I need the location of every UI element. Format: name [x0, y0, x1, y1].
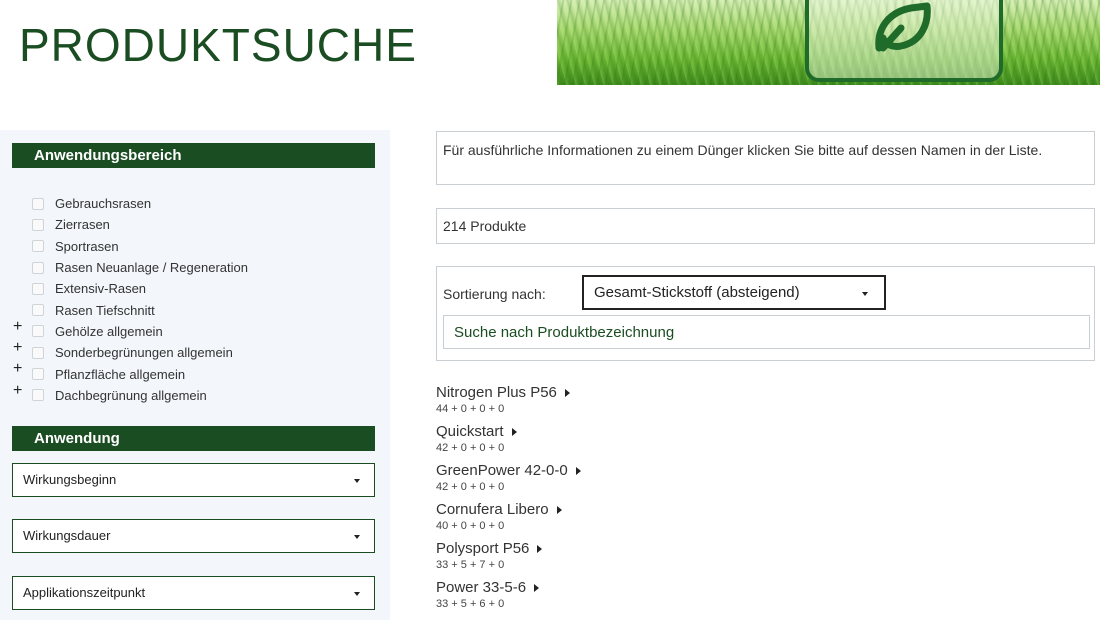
applikationszeitpunkt-select[interactable]: Applikationszeitpunkt: [12, 576, 375, 610]
product-npk: 33 + 5 + 7 + 0: [436, 559, 505, 571]
expand-plus-icon[interactable]: +: [13, 382, 22, 399]
checkbox[interactable]: [32, 197, 44, 210]
checkbox[interactable]: [32, 282, 44, 295]
product-npk: 42 + 0 + 0 + 0: [436, 481, 505, 493]
anwendungsbereich-list: Gebrauchsrasen Zierrasen Sportrasen Rase…: [0, 193, 390, 406]
caret-right-icon[interactable]: [511, 427, 517, 436]
product-npk: 42 + 0 + 0 + 0: [436, 442, 505, 454]
filter-label: Sportrasen: [55, 238, 119, 254]
product-name[interactable]: Quickstart: [436, 423, 504, 440]
banner-image: [557, 0, 1100, 85]
select-value: Applikationszeitpunkt: [23, 585, 146, 600]
leaf-icon: [875, 2, 931, 52]
list-item: Polysport P56 33 + 5 + 7 + 0: [436, 540, 1036, 579]
list-item: Power 33-5-6 33 + 5 + 6 + 0: [436, 579, 1036, 618]
product-link[interactable]: Quickstart: [436, 423, 517, 440]
filter-item[interactable]: + Sonderbegrünungen allgemein: [0, 340, 390, 363]
caret-down-icon: [354, 479, 360, 483]
filter-label: Dachbegrünung allgemein: [55, 387, 207, 403]
filter-label: Pflanzfläche allgemein: [55, 366, 186, 382]
list-item: Cornufera Libero 40 + 0 + 0 + 0: [436, 501, 1036, 540]
list-item: GreenPower 42-0-0 42 + 0 + 0 + 0: [436, 462, 1036, 501]
product-link[interactable]: Polysport P56: [436, 540, 543, 557]
caret-down-icon: [862, 292, 868, 296]
product-name[interactable]: Nitrogen Plus P56: [436, 384, 557, 401]
filter-label: Extensiv-Rasen: [55, 281, 147, 297]
product-name[interactable]: GreenPower 42-0-0: [436, 462, 568, 479]
checkbox[interactable]: [32, 304, 44, 317]
filter-label: Gebrauchsrasen: [55, 196, 152, 212]
product-link[interactable]: GreenPower 42-0-0: [436, 462, 581, 479]
filter-item[interactable]: Extensiv-Rasen: [0, 278, 390, 299]
sort-value: Gesamt-Stickstoff (absteigend): [594, 284, 800, 301]
product-link[interactable]: Power 33-5-6: [436, 579, 540, 596]
list-item: Quickstart 42 + 0 + 0 + 0: [436, 423, 1036, 462]
sort-label: Sortierung nach:: [443, 286, 546, 302]
product-npk: 40 + 0 + 0 + 0: [436, 520, 505, 532]
caret-right-icon[interactable]: [575, 466, 581, 475]
caret-right-icon[interactable]: [564, 388, 570, 397]
product-npk: 44 + 0 + 0 + 0: [436, 403, 505, 415]
product-count: 214 Produkte: [436, 208, 1095, 244]
info-message: Für ausführliche Informationen zu einem …: [436, 131, 1095, 185]
product-link[interactable]: Cornufera Libero: [436, 501, 562, 518]
sort-select[interactable]: Gesamt-Stickstoff (absteigend): [582, 275, 886, 310]
filter-item[interactable]: Gebrauchsrasen: [0, 193, 390, 214]
filter-item[interactable]: Rasen Tiefschnitt: [0, 299, 390, 320]
filter-label: Gehölze allgemein: [55, 323, 163, 339]
product-name[interactable]: Polysport P56: [436, 540, 529, 557]
section-header-anwendungsbereich: Anwendungsbereich: [12, 143, 375, 168]
caret-right-icon[interactable]: [537, 544, 543, 553]
expand-plus-icon[interactable]: +: [13, 340, 22, 356]
filter-label: Sonderbegrünungen allgemein: [55, 345, 233, 361]
checkbox[interactable]: [32, 368, 44, 381]
filter-item[interactable]: + Gehölze allgemein: [0, 318, 390, 342]
checkbox[interactable]: [32, 325, 44, 338]
product-npk: 33 + 5 + 6 + 0: [436, 598, 505, 610]
list-item: Nitrogen Plus P56 44 + 0 + 0 + 0: [436, 384, 1036, 423]
select-value: Wirkungsdauer: [23, 528, 111, 543]
checkbox[interactable]: [32, 346, 44, 359]
banner-logo-tile: [805, 0, 1003, 82]
filter-item[interactable]: + Pflanzfläche allgemein: [0, 361, 390, 384]
product-name[interactable]: Power 33-5-6: [436, 579, 526, 596]
wirkungsdauer-select[interactable]: Wirkungsdauer: [12, 519, 375, 553]
filter-sidebar: Anwendungsbereich Gebrauchsrasen Zierras…: [0, 130, 390, 620]
filter-label: Zierrasen: [55, 217, 110, 233]
checkbox[interactable]: [32, 261, 44, 274]
caret-right-icon[interactable]: [556, 505, 562, 514]
caret-down-icon: [354, 535, 360, 539]
checkbox[interactable]: [32, 389, 44, 402]
filter-item[interactable]: + Dachbegrünung allgemein: [0, 382, 390, 406]
filter-label: Rasen Neuanlage / Regeneration: [55, 260, 248, 276]
sort-and-search-panel: Sortierung nach: Gesamt-Stickstoff (abst…: [436, 266, 1095, 361]
expand-plus-icon[interactable]: +: [13, 318, 22, 335]
section-header-anwendung: Anwendung: [12, 426, 375, 451]
filter-item[interactable]: Sportrasen: [0, 236, 390, 257]
filter-label: Rasen Tiefschnitt: [55, 302, 155, 318]
checkbox[interactable]: [32, 218, 44, 231]
select-value: Wirkungsbeginn: [23, 472, 117, 487]
filter-item[interactable]: Zierrasen: [0, 214, 390, 235]
checkbox[interactable]: [32, 240, 44, 253]
caret-down-icon: [354, 592, 360, 596]
product-link[interactable]: Nitrogen Plus P56: [436, 384, 570, 401]
filter-item[interactable]: Rasen Neuanlage / Regeneration: [0, 257, 390, 278]
product-name[interactable]: Cornufera Libero: [436, 501, 549, 518]
caret-right-icon[interactable]: [534, 583, 540, 592]
product-list: Nitrogen Plus P56 44 + 0 + 0 + 0 Quickst…: [436, 384, 1036, 618]
wirkungsbeginn-select[interactable]: Wirkungsbeginn: [12, 463, 375, 497]
page-title: PRODUKTSUCHE: [19, 19, 417, 71]
expand-plus-icon[interactable]: +: [13, 361, 22, 377]
product-search-input[interactable]: [443, 315, 1090, 349]
